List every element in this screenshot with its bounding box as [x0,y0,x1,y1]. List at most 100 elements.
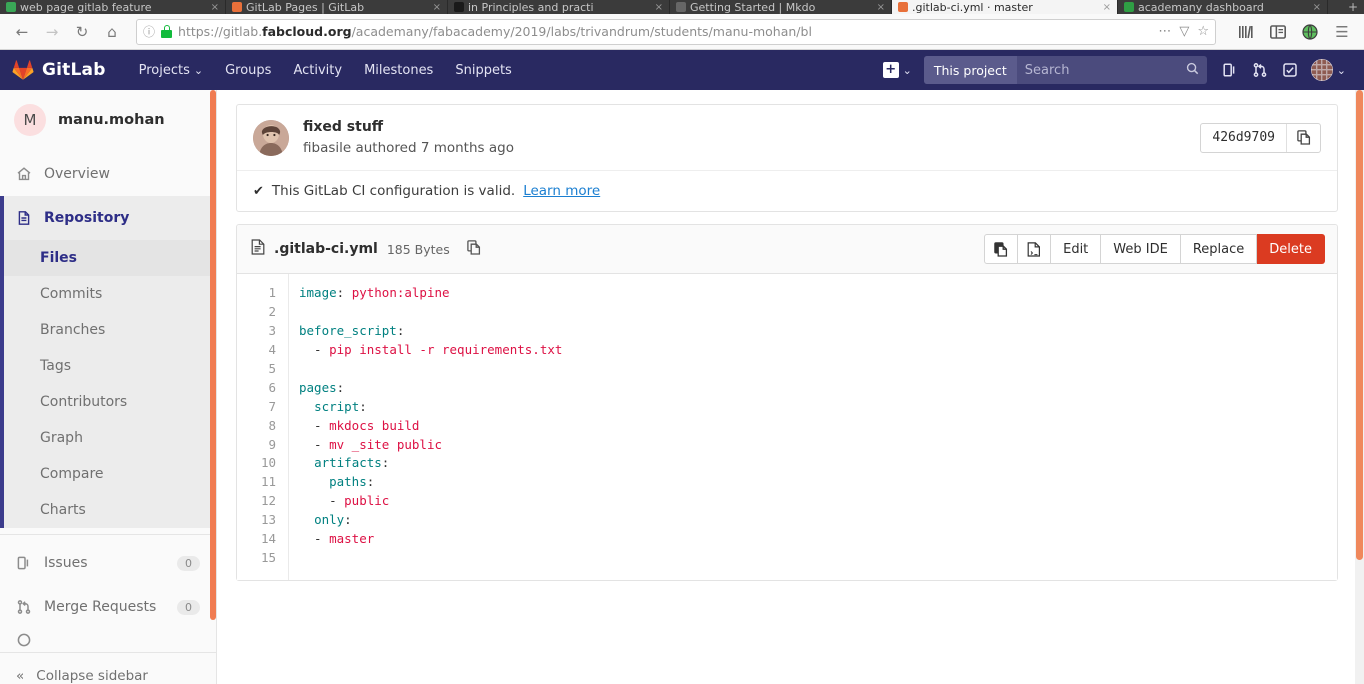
address-bar[interactable]: ⓘ https://gitlab.fabcloud.org/academany/… [136,18,1216,45]
document-icon [16,210,32,226]
avatar [1310,59,1333,81]
gitlab-tanuki-icon [12,60,34,80]
learn-more-link[interactable]: Learn more [523,183,600,199]
browser-tab[interactable]: web page gitlab feature × [0,0,226,14]
sidebar-subitem-tags[interactable]: Tags [0,348,216,384]
search-icon[interactable] [1186,62,1199,79]
raw-file-icon [1027,242,1041,257]
sidebar-item-overview[interactable]: Overview [0,152,216,196]
global-search[interactable]: This project Search [923,56,1207,84]
browser-tab[interactable]: academany dashboard × [1118,0,1328,14]
line-number: 13 [260,512,276,528]
sidebar-subitem-graph[interactable]: Graph [0,420,216,456]
replace-button[interactable]: Replace [1180,234,1258,265]
code-line: paths: [299,473,1337,492]
site-info-icon[interactable]: ⓘ [143,23,155,40]
code-viewer: 1 2 3 4 5 6 7 8 9 10 11 12 13 14 15 image: python:alpi… [237,274,1337,580]
code-token: pip install -r requirements.txt [329,341,563,357]
gitlab-nav-groups[interactable]: Groups [214,50,282,90]
cicd-icon [16,632,32,648]
file-size: 185 Bytes [386,241,450,257]
home-button[interactable]: ⌂ [98,19,126,45]
gitlab-nav-activity[interactable]: Activity [282,50,353,90]
sidebar-subitem-contributors[interactable]: Contributors [0,384,216,420]
gitlab-nav-projects[interactable]: Projects ⌄ [128,50,214,90]
commit-sha-text[interactable]: 426d9709 [1201,124,1286,152]
new-item-button[interactable]: + ⌄ [875,62,920,78]
app-menu-button[interactable]: ☰ [1328,19,1356,45]
copy-file-path-icon[interactable] [467,239,481,259]
gitlab-logo[interactable]: GitLab [12,60,106,80]
merge-request-icon [16,599,32,615]
gitlab-nav-snippets[interactable]: Snippets [444,50,522,90]
sidebar-item-merge-requests[interactable]: Merge Requests 0 [0,585,216,629]
code-content[interactable]: image: python:alpine before_script: - pi… [289,274,1337,580]
sidebar-project-header[interactable]: M manu.mohan [0,90,216,152]
web-ide-button[interactable]: Web IDE [1101,234,1181,265]
page-scrollbar[interactable] [1355,90,1364,684]
tab-close-icon[interactable]: × [211,2,219,13]
code-line: - mv _site public [299,436,1337,455]
open-raw-button[interactable] [1018,234,1052,265]
user-menu-button[interactable]: ⌄ [1305,50,1352,90]
library-icon[interactable] [1232,19,1260,45]
sidebar-subitem-files[interactable]: Files [0,240,216,276]
main-content: fixed stuff fibasile authored 7 months a… [217,90,1364,684]
forward-button[interactable]: → [38,19,66,45]
back-button[interactable]: ← [8,19,36,45]
commit-meta: fibasile authored 7 months ago [303,140,514,156]
gitlab-nav-milestones[interactable]: Milestones [353,50,444,90]
delete-button[interactable]: Delete [1257,234,1325,265]
collapse-sidebar-label: Collapse sidebar [36,667,148,684]
gitlab-nav-label: Snippets [455,62,512,78]
sidebar-subitem-branches[interactable]: Branches [0,312,216,348]
sidebar-subitem-charts[interactable]: Charts [0,492,216,528]
sidebar-item-issues[interactable]: Issues 0 [0,541,216,585]
new-tab-button[interactable]: + [1342,0,1364,14]
commit-title[interactable]: fixed stuff [303,117,514,138]
code-token: master [329,531,375,547]
sidebar-subitem-compare[interactable]: Compare [0,456,216,492]
browser-tab[interactable]: .gitlab-ci.yml · master × [892,0,1118,14]
tab-close-icon[interactable]: × [1103,2,1111,13]
tab-title: in Principles and practi [468,0,594,14]
collapse-sidebar-button[interactable]: « Collapse sidebar [0,652,216,684]
browser-tab[interactable]: GitLab Pages | GitLab × [226,0,448,14]
commit-author-avatar [253,119,289,156]
bookmark-star-icon[interactable]: ☆ [1197,24,1209,39]
chevron-down-icon: ⌄ [193,63,204,77]
container-icon[interactable] [1296,19,1324,45]
sidebar-item-label: Merge Requests [44,599,157,615]
tab-title: web page gitlab feature [20,0,152,14]
pocket-icon[interactable]: ▽ [1179,24,1189,39]
copy-icon[interactable] [1286,123,1320,152]
browser-tab-bar[interactable]: web page gitlab feature × GitLab Pages | G… [0,0,1364,14]
reload-button[interactable]: ↻ [68,19,96,45]
page-actions-icon[interactable]: ⋯ [1158,24,1171,39]
tab-close-icon[interactable]: × [655,2,663,13]
copy-contents-button[interactable] [984,234,1019,265]
search-input-wrapper[interactable]: Search [1017,56,1207,84]
browser-tab[interactable]: in Principles and practi × [448,0,670,14]
edit-button[interactable]: Edit [1051,234,1102,265]
tab-close-icon[interactable]: × [1313,2,1321,13]
browser-tab[interactable]: Getting Started | Mkdo × [670,0,892,14]
sidebar-scrollbar[interactable] [210,90,216,620]
sidebar-icon[interactable] [1264,19,1292,45]
page-scrollbar-thumb[interactable] [1356,90,1363,560]
file-icon [251,239,265,259]
gitlab-nav-label: Groups [225,62,272,78]
todos-icon[interactable] [1275,50,1305,90]
chevron-down-icon: ⌄ [902,63,912,77]
sidebar-item-partial[interactable] [0,629,216,651]
merge-request-icon[interactable] [1245,50,1275,90]
search-scope-label[interactable]: This project [923,56,1017,84]
issues-icon[interactable] [1215,50,1245,90]
tab-close-icon[interactable]: × [433,2,441,13]
sidebar-subitem-commits[interactable]: Commits [0,276,216,312]
sidebar-item-repository[interactable]: Repository [0,196,216,240]
check-icon: ✔ [253,183,264,199]
tab-close-icon[interactable]: × [877,2,885,13]
